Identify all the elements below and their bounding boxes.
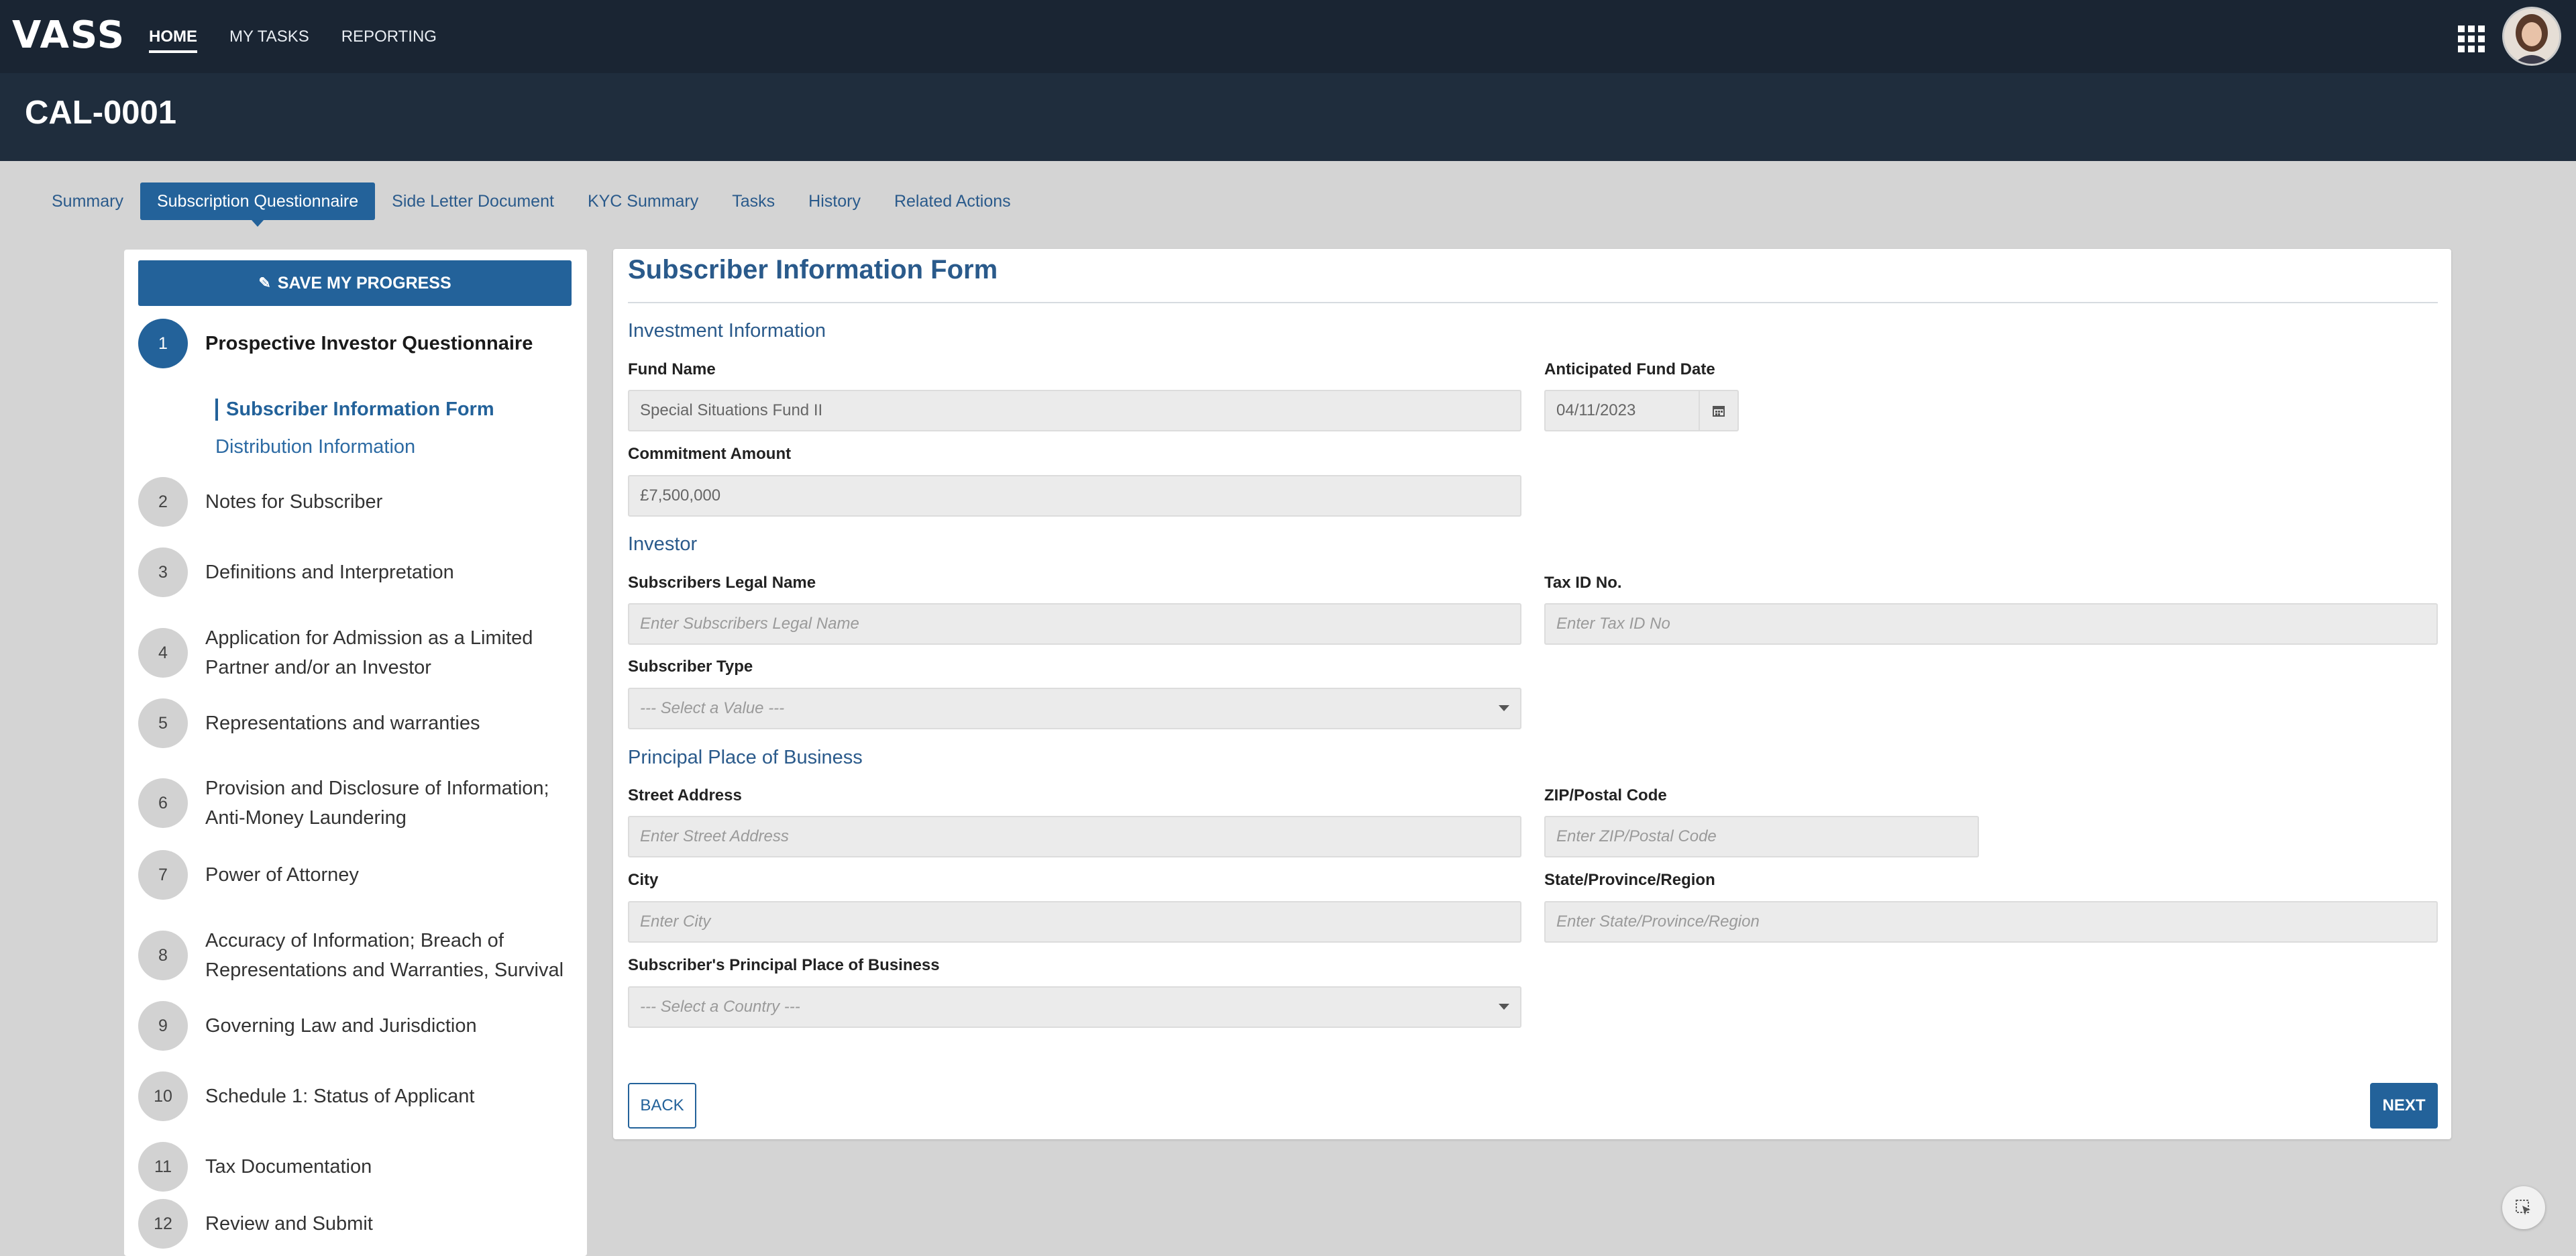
state-input[interactable]: Enter State/Province/Region [1544,901,2438,943]
fund-date-field[interactable]: 04/11/2023 [1544,390,1699,431]
street-address-input[interactable]: Enter Street Address [628,816,1521,857]
step-1[interactable]: 1 Prospective Investor Questionnaire [138,319,574,368]
step-number: 1 [138,319,188,368]
fund-date-label: Anticipated Fund Date [1544,360,1715,378]
next-button[interactable]: NEXT [2370,1083,2438,1129]
calendar-icon[interactable] [1699,390,1739,431]
tab-summary[interactable]: Summary [35,182,140,220]
section-principal-place-of-business: Principal Place of Business [628,747,863,768]
step-number: 3 [138,547,188,597]
help-cursor-icon[interactable] [2502,1186,2545,1229]
step-number: 4 [138,628,188,678]
form-divider [628,302,2438,303]
step-9[interactable]: 9 Governing Law and Jurisdiction [138,1001,574,1051]
commitment-amount-field[interactable]: £7,500,000 [628,475,1521,517]
step-number: 5 [138,698,188,748]
tab-related-actions[interactable]: Related Actions [877,182,1028,220]
step-label: Accuracy of Information; Breach of Repre… [205,930,564,981]
tab-side-letter-document[interactable]: Side Letter Document [375,182,571,220]
vass-logo[interactable]: VASS [12,13,125,57]
state-label: State/Province/Region [1544,871,1715,889]
section-investment-information: Investment Information [628,320,826,342]
tab-subscription-questionnaire[interactable]: Subscription Questionnaire [140,182,376,227]
step-number: 11 [138,1142,188,1192]
step-label: Application for Admission as a Limited P… [205,627,533,678]
step-2[interactable]: 2 Notes for Subscriber [138,477,574,527]
subscriber-type-label: Subscriber Type [628,658,753,676]
title-bar [0,73,2576,161]
step-number: 12 [138,1199,188,1249]
nav-reporting[interactable]: REPORTING [341,0,437,73]
step-label: Provision and Disclosure of Information;… [205,778,549,829]
step-number: 10 [138,1071,188,1121]
user-avatar[interactable] [2502,7,2561,66]
zip-label: ZIP/Postal Code [1544,786,1667,804]
step-label: Definitions and Interpretation [205,562,454,583]
step-number: 6 [138,778,188,828]
step-label: Power of Attorney [205,864,359,886]
step-6[interactable]: 6 Provision and Disclosure of Informatio… [138,774,574,833]
top-nav: HOME MY TASKS REPORTING [149,0,469,73]
nav-my-tasks[interactable]: MY TASKS [229,0,309,73]
tax-id-label: Tax ID No. [1544,574,1622,592]
step-8[interactable]: 8 Accuracy of Information; Breach of Rep… [138,926,574,985]
step-label: Notes for Subscriber [205,491,383,513]
step-label: Representations and warranties [205,713,480,734]
legal-name-label: Subscribers Legal Name [628,574,816,592]
country-value: --- Select a Country --- [640,998,800,1016]
subscriber-type-select[interactable]: --- Select a Value --- [628,688,1521,729]
step-label: Schedule 1: Status of Applicant [205,1086,475,1107]
step-number: 9 [138,1001,188,1051]
step-12[interactable]: 12 Review and Submit [138,1199,574,1249]
commitment-amount-label: Commitment Amount [628,445,792,463]
street-address-label: Street Address [628,786,742,804]
tax-id-input[interactable]: Enter Tax ID No [1544,603,2438,645]
step-label: Tax Documentation [205,1156,372,1178]
step-5[interactable]: 5 Representations and warranties [138,698,574,748]
chevron-down-icon [1499,1004,1509,1010]
subscriber-type-value: --- Select a Value --- [640,699,785,717]
form-title: Subscriber Information Form [628,255,998,284]
tab-bar: Summary Subscription Questionnaire Side … [35,182,1028,227]
edit-icon: ✎ [258,274,271,291]
apps-grid-icon[interactable] [2458,25,2485,52]
nav-home[interactable]: HOME [149,0,197,73]
step-number: 8 [138,931,188,980]
tab-kyc-summary[interactable]: KYC Summary [571,182,715,220]
step-11[interactable]: 11 Tax Documentation [138,1142,574,1192]
substep-subscriber-information-form[interactable]: Subscriber Information Form [215,399,494,421]
step-3[interactable]: 3 Definitions and Interpretation [138,547,574,597]
substep-distribution-information[interactable]: Distribution Information [215,436,415,458]
step-label: Prospective Investor Questionnaire [205,333,533,354]
country-select[interactable]: --- Select a Country --- [628,986,1521,1028]
step-label: Review and Submit [205,1213,373,1235]
step-4[interactable]: 4 Application for Admission as a Limited… [138,623,574,682]
page-title: CAL-0001 [25,95,177,131]
city-label: City [628,871,659,889]
city-input[interactable]: Enter City [628,901,1521,943]
fund-name-field[interactable]: Special Situations Fund II [628,390,1521,431]
step-7[interactable]: 7 Power of Attorney [138,850,574,900]
fund-name-label: Fund Name [628,360,716,378]
section-investor: Investor [628,533,698,555]
tab-tasks[interactable]: Tasks [715,182,792,220]
legal-name-input[interactable]: Enter Subscribers Legal Name [628,603,1521,645]
country-label: Subscriber's Principal Place of Business [628,956,940,974]
step-number: 7 [138,850,188,900]
step-label: Governing Law and Jurisdiction [205,1015,477,1037]
tab-history[interactable]: History [792,182,877,220]
step-number: 2 [138,477,188,527]
save-progress-label: SAVE MY PROGRESS [277,273,451,293]
chevron-down-icon [1499,705,1509,711]
save-progress-button[interactable]: ✎ SAVE MY PROGRESS [138,260,572,306]
back-button[interactable]: BACK [628,1083,696,1129]
step-10[interactable]: 10 Schedule 1: Status of Applicant [138,1071,574,1121]
zip-input[interactable]: Enter ZIP/Postal Code [1544,816,1979,857]
fund-date-picker: 04/11/2023 [1544,390,1739,431]
